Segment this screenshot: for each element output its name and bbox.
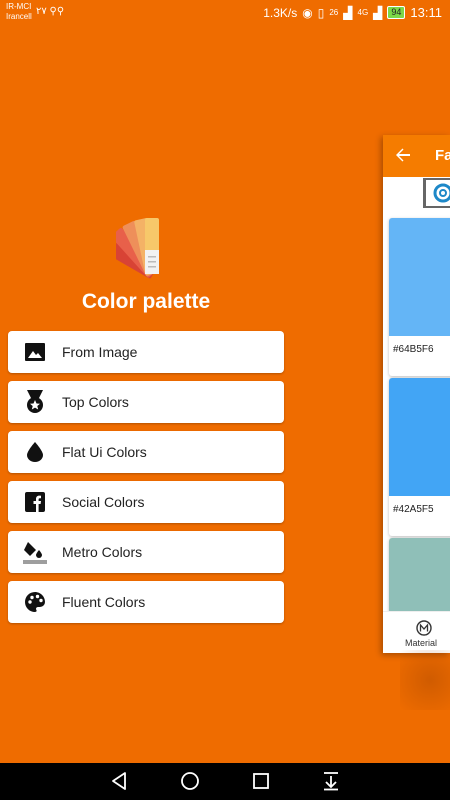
- notification-pull-icon[interactable]: [322, 771, 340, 796]
- color-swatch: [389, 218, 450, 336]
- main-menu: From Image Top Colors Flat Ui Colors Soc…: [8, 331, 284, 631]
- color-hex: #42A5F5: [393, 504, 434, 515]
- medal-icon: [8, 390, 62, 414]
- preview-title: Fa: [435, 147, 450, 164]
- notification-icons: ۲۷ ⚲⚲: [36, 6, 64, 17]
- status-right: 1.3K/s ◉ ▯ 26 ▟ 4G ▟ 94 13:11: [263, 5, 442, 20]
- menu-item-label: Metro Colors: [62, 544, 143, 560]
- vibrate-icon: ▯: [317, 5, 325, 20]
- image-icon: [8, 343, 62, 361]
- color-card[interactable]: #64B5F6: [389, 218, 450, 376]
- home-icon[interactable]: [180, 771, 200, 796]
- menu-item-label: Social Colors: [62, 494, 145, 510]
- color-card[interactable]: [389, 538, 450, 618]
- clock: 13:11: [410, 5, 442, 20]
- material-label: Material: [405, 638, 438, 648]
- network-speed: 1.3K/s: [263, 5, 298, 20]
- app-title: Color palette: [81, 290, 211, 313]
- usb-icon: ⚲: [56, 6, 65, 17]
- menu-item-label: From Image: [62, 344, 138, 360]
- menu-item-from-image[interactable]: From Image: [8, 331, 284, 373]
- drop-icon: [8, 442, 62, 462]
- preview-bottom-nav: Material: [383, 611, 450, 653]
- hotspot-icon: ◉: [302, 5, 313, 20]
- menu-item-flat-ui-colors[interactable]: Flat Ui Colors: [8, 431, 284, 473]
- menu-item-top-colors[interactable]: Top Colors: [8, 381, 284, 423]
- carrier-line1: IR-MCI: [6, 2, 32, 11]
- menu-item-label: Top Colors: [62, 394, 129, 410]
- preview-toolbar: Fa: [383, 135, 450, 177]
- carrier-line2: Irancell: [6, 12, 32, 21]
- paint-bucket-icon: [8, 540, 62, 564]
- menu-item-metro-colors[interactable]: Metro Colors: [8, 531, 284, 573]
- palette-swatch-icon: [116, 218, 159, 279]
- system-nav-bar: [0, 763, 450, 800]
- status-bar: IR-MCI Irancell ۲۷ ⚲⚲ 1.3K/s ◉ ▯ 26 ▟ 4G…: [0, 0, 450, 26]
- facebook-icon: [8, 492, 62, 512]
- preview-screen[interactable]: Fa #64B5F6 #42A5F5 Material: [383, 135, 450, 653]
- signal-icon: ▟: [373, 5, 383, 20]
- color-swatch: [389, 538, 450, 618]
- back-arrow-icon[interactable]: [395, 147, 411, 168]
- usb-icon: ⚲: [49, 6, 57, 17]
- shadow: [400, 650, 450, 710]
- palette-icon: [8, 592, 62, 612]
- color-swatch: [389, 378, 450, 496]
- menu-item-fluent-colors[interactable]: Fluent Colors: [8, 581, 284, 623]
- ad-logo-icon: [423, 178, 450, 208]
- left-indicator: ۲۷: [36, 6, 47, 17]
- menu-item-social-colors[interactable]: Social Colors: [8, 481, 284, 523]
- menu-item-label: Flat Ui Colors: [62, 444, 147, 460]
- back-icon[interactable]: [110, 771, 128, 796]
- network-type-1: 26: [329, 8, 339, 17]
- battery-icon: 94: [387, 6, 406, 19]
- color-hex: #64B5F6: [393, 344, 434, 355]
- network-type-2: 4G: [357, 8, 369, 17]
- menu-item-label: Fluent Colors: [62, 594, 146, 610]
- signal-icon: ▟: [343, 5, 353, 20]
- recents-icon[interactable]: [252, 771, 270, 796]
- carrier-info: IR-MCI Irancell: [6, 2, 32, 22]
- color-card[interactable]: #42A5F5: [389, 378, 450, 536]
